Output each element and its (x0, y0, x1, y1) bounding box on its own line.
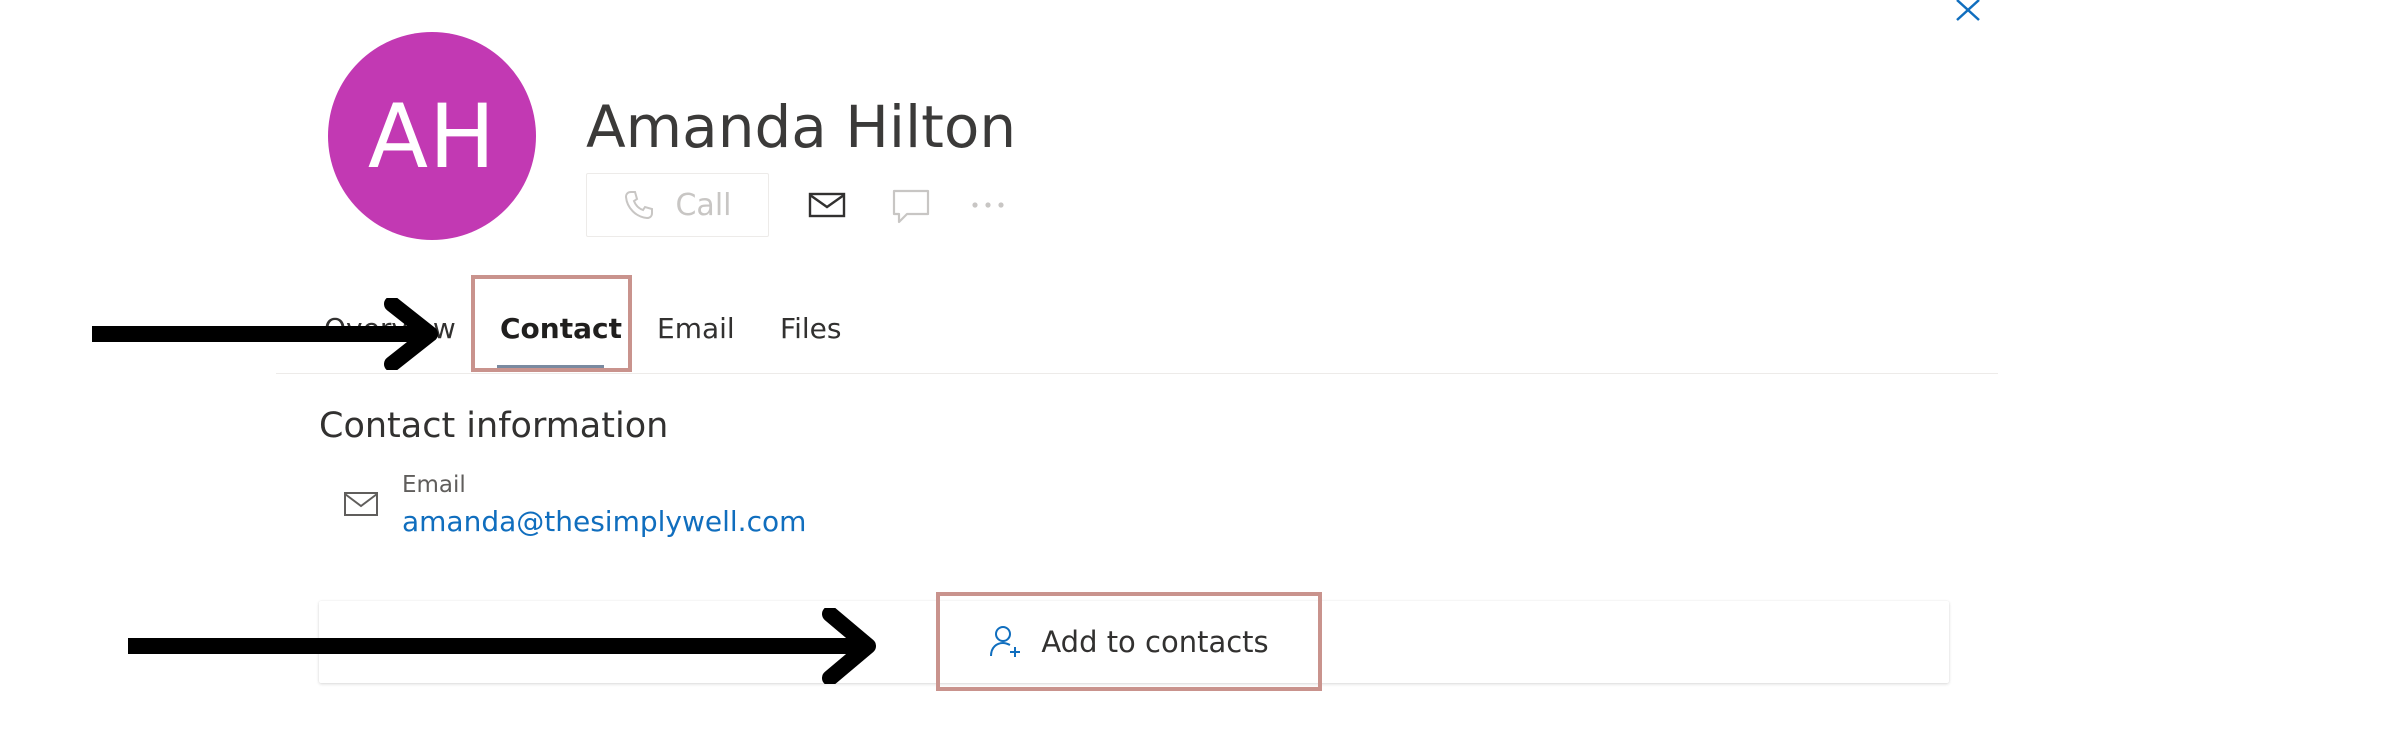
email-label: Email (402, 472, 466, 498)
call-label: Call (675, 187, 732, 223)
tab-files[interactable]: Files (780, 309, 841, 349)
phone-icon (625, 191, 654, 220)
add-to-contacts-label: Add to contacts (1041, 624, 1269, 659)
mail-icon[interactable] (808, 190, 846, 220)
call-button[interactable]: Call (586, 173, 769, 237)
section-title: Contact information (319, 406, 669, 446)
annotation-arrow-contact (92, 298, 438, 370)
close-icon[interactable] (1953, 0, 1983, 22)
tab-email[interactable]: Email (657, 309, 735, 349)
add-to-contacts-button[interactable]: Add to contacts (936, 592, 1322, 691)
highlight-box-contact-tab (471, 275, 632, 372)
tab-divider (276, 373, 1998, 374)
more-icon[interactable] (970, 198, 1006, 212)
person-add-icon (990, 625, 1021, 657)
email-link[interactable]: amanda@thesimplywell.com (402, 503, 806, 541)
avatar-initials: AH (367, 84, 497, 188)
annotation-arrow-add-contacts (128, 608, 876, 684)
avatar: AH (328, 32, 536, 240)
contact-name: Amanda Hilton (586, 93, 1017, 161)
email-icon (344, 492, 378, 516)
chat-icon[interactable] (891, 188, 931, 226)
